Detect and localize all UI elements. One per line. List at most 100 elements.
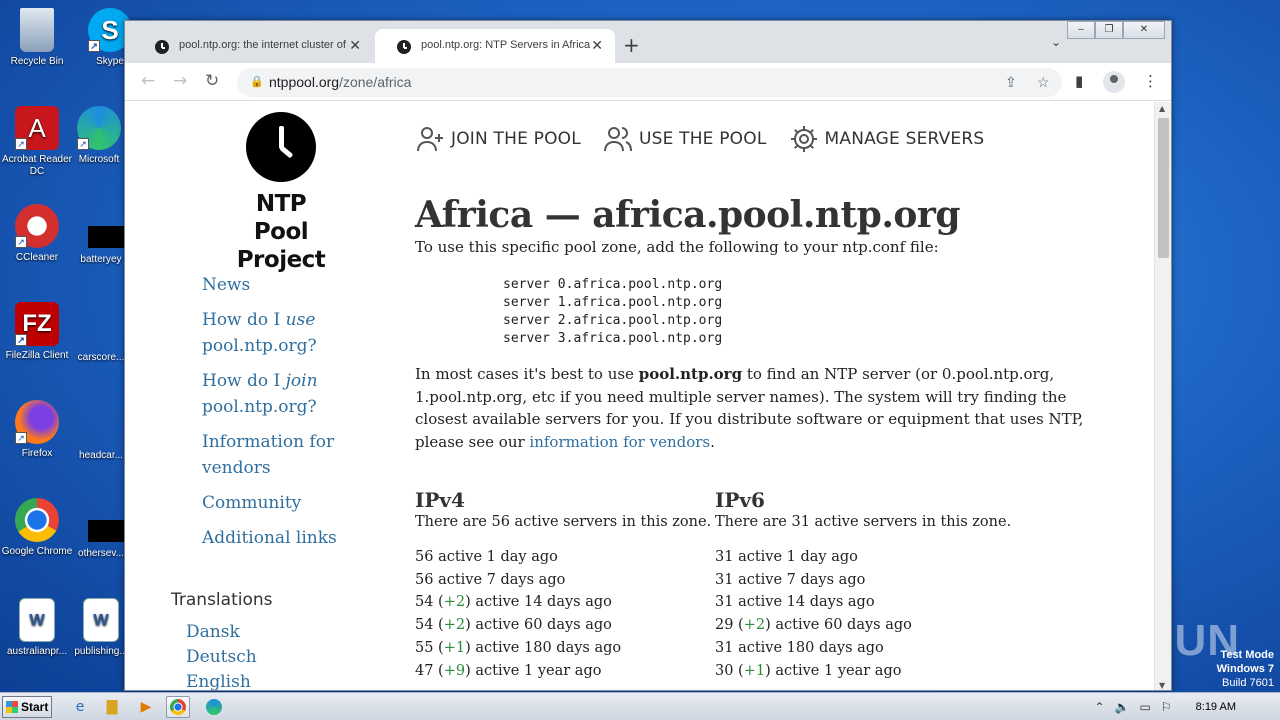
share-icon[interactable]: ⇪ <box>1005 68 1017 97</box>
clock-favicon-icon <box>155 40 169 54</box>
nav-use-the-pool[interactable]: USE THE POOL <box>603 124 767 154</box>
word-document-icon: W <box>19 598 55 642</box>
side-panel-icon[interactable]: ▮ <box>1075 72 1083 90</box>
page-scrollbar[interactable]: ▲ ▼ <box>1154 102 1171 690</box>
ccleaner-icon: ↗ <box>15 204 59 248</box>
tab-ntp-pool-home[interactable]: pool.ntp.org: the internet cluster of ✕ <box>133 29 373 63</box>
stat-row: 31 active 14 days ago <box>715 594 875 611</box>
desktop-icon-filezilla[interactable]: FZ ↗ FileZilla Client <box>0 302 74 362</box>
edge-taskbar-icon[interactable] <box>202 696 226 718</box>
top-nav: JOIN THE POOL USE THE POOL MANAGE SERVER… <box>415 124 984 154</box>
browser-window: pool.ntp.org: the internet cluster of ✕ … <box>124 20 1172 691</box>
stat-delta: +2 <box>443 617 466 634</box>
firefox-icon: ↗ <box>15 400 59 444</box>
minimize-icon[interactable]: ‒ <box>1067 21 1095 39</box>
window-controls: ‒ ❐ ✕ <box>1067 21 1165 39</box>
tab-ntp-africa[interactable]: pool.ntp.org: NTP Servers in Africa, ✕ <box>375 29 615 63</box>
scroll-down-icon[interactable]: ▼ <box>1159 681 1165 690</box>
ntp-config-code-block: server 0.africa.pool.ntp.org server 1.afr… <box>503 277 723 346</box>
word-document-icon: W <box>83 598 119 642</box>
stat-delta: +2 <box>443 594 466 611</box>
ipv4-stats-list: 56 active 1 day ago 56 active 7 days ago 5… <box>415 546 713 682</box>
translations-heading: Translations <box>171 590 273 610</box>
stat-row: 31 active 7 days ago <box>715 571 866 588</box>
site-logo-text[interactable]: NTP Pool Project <box>225 190 337 274</box>
ipv6-heading: IPv6 <box>715 488 765 512</box>
desktop-icon-firefox[interactable]: ↗ Firefox <box>0 400 74 460</box>
clock[interactable]: 8:19 AM <box>1196 701 1236 713</box>
desktop-icon-ccleaner[interactable]: ↗ CCleaner <box>0 204 74 264</box>
media-player-icon[interactable]: ▶ <box>134 696 158 718</box>
redacted-icon <box>88 520 124 542</box>
stat-delta: +9 <box>443 662 466 679</box>
ipv4-summary: There are 56 active servers in this zone… <box>415 514 712 530</box>
back-arrow-icon[interactable]: ← <box>141 71 155 91</box>
taskbar: Start e ▇ ▶ ⌃ 🔈 ▭ ⚐ 8:19 AM <box>0 692 1280 720</box>
redacted-icon <box>88 226 124 248</box>
nav-join-the-pool[interactable]: JOIN THE POOL <box>415 124 581 154</box>
stat-row: 56 active 1 day ago <box>415 549 558 565</box>
tray-expand-icon[interactable]: ⌃ <box>1095 700 1105 714</box>
users-icon <box>603 127 632 152</box>
tab-search-chevron-icon[interactable]: ⌄ <box>1051 35 1061 49</box>
network-icon[interactable]: ▭ <box>1140 700 1151 714</box>
system-tray: ⌃ 🔈 ▭ ⚐ 8:19 AM <box>1095 693 1280 720</box>
stat-delta: +1 <box>743 662 766 679</box>
chrome-icon <box>15 498 59 542</box>
ipv4-section: IPv4 There are 56 active servers in this… <box>415 488 713 682</box>
restore-icon[interactable]: ❐ <box>1095 21 1123 39</box>
stat-row: 29 (+2) active 60 days ago <box>715 617 912 634</box>
recycle-bin-icon <box>20 8 54 52</box>
ntp-clock-logo-icon[interactable] <box>246 112 316 182</box>
desktop-icon-recycle-bin[interactable]: Recycle Bin <box>0 8 74 68</box>
gear-icon <box>790 126 817 152</box>
desktop-icon-australianpr[interactable]: W australianpr... <box>0 598 74 658</box>
language-link-english[interactable]: English <box>186 670 257 690</box>
chrome-taskbar-icon[interactable] <box>166 696 190 718</box>
volume-icon[interactable]: 🔈 <box>1115 700 1130 714</box>
ie-icon[interactable]: e <box>68 696 92 718</box>
language-link-dansk[interactable]: Dansk <box>186 620 257 645</box>
profile-avatar-icon[interactable] <box>1103 71 1125 93</box>
close-window-icon[interactable]: ✕ <box>1123 21 1165 39</box>
reload-icon[interactable]: ↻ <box>205 71 219 91</box>
web-page: NTP Pool Project News How do I use pool.n… <box>125 102 1155 690</box>
stat-delta: +2 <box>743 617 766 634</box>
sidebar-link-how-to-use[interactable]: How do I use pool.ntp.org? <box>202 307 372 359</box>
sidebar-link-news[interactable]: News <box>202 272 372 298</box>
bookmark-star-icon[interactable]: ☆ <box>1037 68 1050 97</box>
vendors-link[interactable]: information for vendors <box>529 433 710 451</box>
sidebar-link-vendors[interactable]: Information for vendors <box>202 429 372 481</box>
stat-row: 54 (+2) active 14 days ago <box>415 594 612 611</box>
new-tab-icon[interactable]: + <box>623 33 640 57</box>
stat-row: 31 active 180 days ago <box>715 639 884 656</box>
filezilla-icon: FZ ↗ <box>15 302 59 346</box>
clock-favicon-icon <box>397 40 411 54</box>
ipv6-stats-list: 31 active 1 day ago 31 active 7 days ago 3… <box>715 546 1013 682</box>
address-bar[interactable]: 🔒 ntppool.org/zone/africa ⇪ ☆ <box>237 68 1062 97</box>
sidebar-link-community[interactable]: Community <box>202 490 372 516</box>
description-paragraph: In most cases it's best to use pool.ntp.… <box>415 365 1084 451</box>
browser-toolbar: ← → ↻ 🔒 ntppool.org/zone/africa ⇪ ☆ ▮ ⋮ <box>125 63 1171 101</box>
sidebar-link-additional-links[interactable]: Additional links <box>202 525 372 551</box>
sidebar-nav: News How do I use pool.ntp.org? How do I … <box>202 272 372 560</box>
acrobat-icon: A ↗ <box>15 106 59 150</box>
scrollbar-thumb[interactable] <box>1158 118 1169 258</box>
ipv4-heading: IPv4 <box>415 488 465 512</box>
menu-kebab-icon[interactable]: ⋮ <box>1143 72 1158 90</box>
explorer-folder-icon[interactable]: ▇ <box>100 696 124 718</box>
scroll-up-icon[interactable]: ▲ <box>1159 104 1165 113</box>
stat-row: 55 (+1) active 180 days ago <box>415 639 622 656</box>
desktop-icon-chrome[interactable]: Google Chrome <box>0 498 74 558</box>
stat-row: 30 (+1) active 1 year ago <box>715 662 902 679</box>
language-link-deutsch[interactable]: Deutsch <box>186 645 257 670</box>
forward-arrow-icon[interactable]: → <box>173 71 187 91</box>
language-list: Dansk Deutsch English <box>186 620 257 690</box>
tab-close-icon[interactable]: ✕ <box>349 37 361 54</box>
start-button[interactable]: Start <box>2 696 52 718</box>
nav-manage-servers[interactable]: MANAGE SERVERS <box>789 124 985 154</box>
action-center-flag-icon[interactable]: ⚐ <box>1161 700 1172 714</box>
sidebar-link-how-to-join[interactable]: How do I join pool.ntp.org? <box>202 368 372 420</box>
stat-row: 31 active 1 day ago <box>715 549 858 565</box>
tab-close-icon[interactable]: ✕ <box>591 37 603 54</box>
